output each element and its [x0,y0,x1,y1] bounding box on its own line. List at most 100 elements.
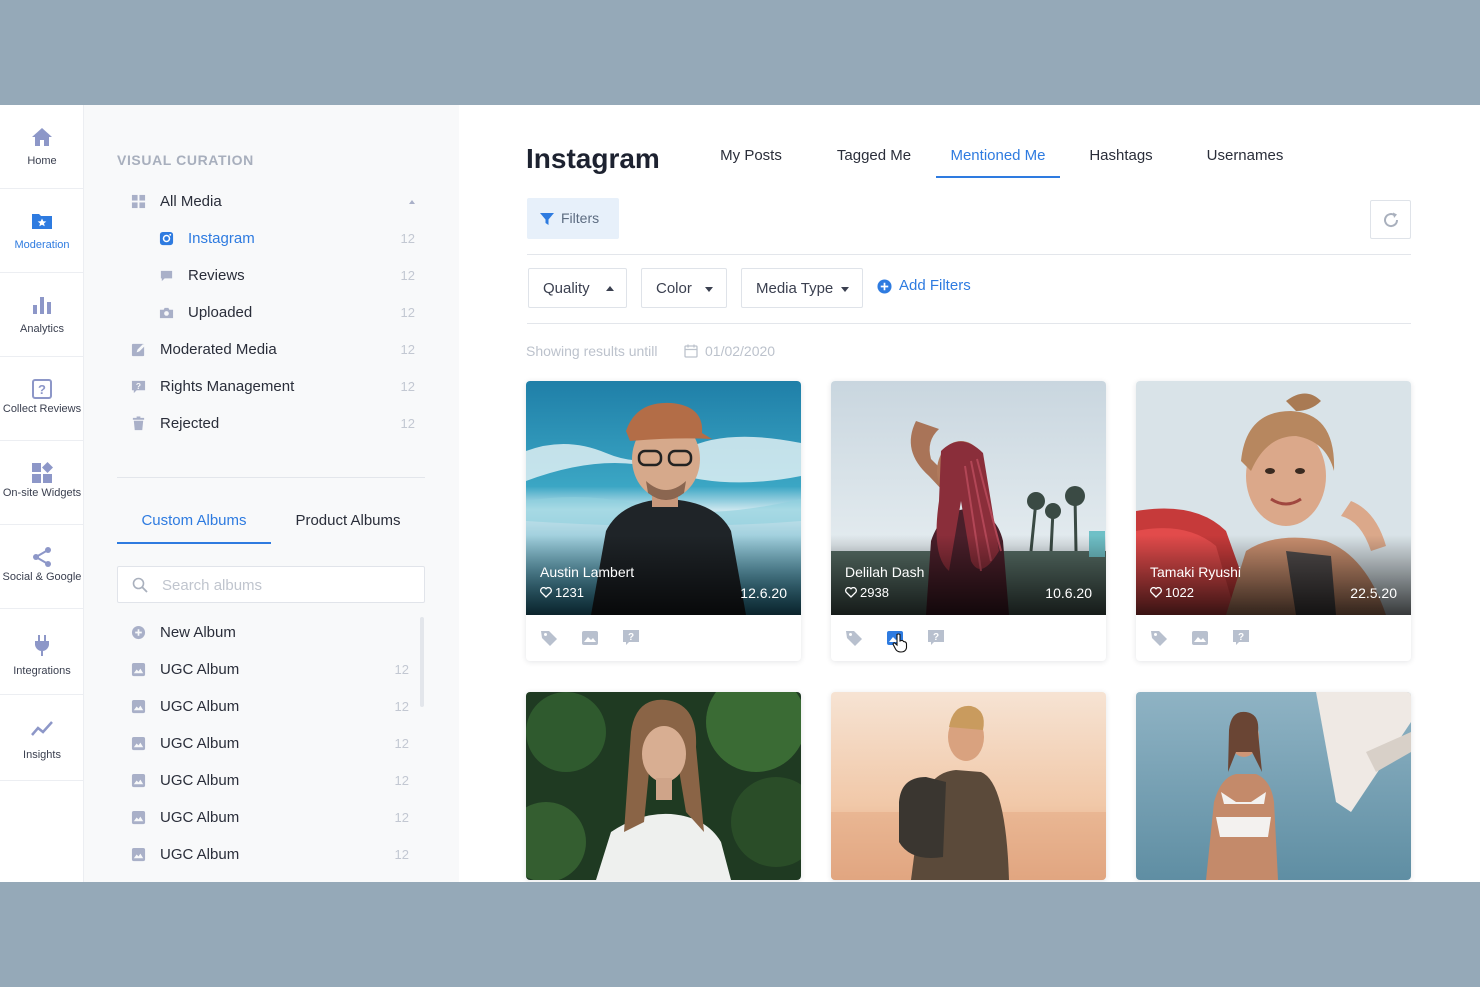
album-label: UGC Album [160,735,240,752]
svg-text:?: ? [1238,632,1244,643]
left-rail: Home Moderation Analytics ? Collect Revi… [0,105,84,882]
album-item[interactable]: UGC Album 12 [117,655,427,685]
album-list-scrollbar[interactable] [420,617,424,707]
media-type-dropdown[interactable]: Media Type [741,268,863,308]
media-card[interactable] [1136,692,1411,880]
trash-icon [132,416,145,431]
card-likes: 2938 [845,585,889,600]
filters-button[interactable]: Filters [527,198,619,239]
dropdown-label: Quality [543,280,590,297]
refresh-button[interactable] [1370,200,1411,239]
rail-label: Social & Google [2,571,82,583]
album-label: UGC Album [160,698,240,715]
album-count: 12 [394,810,409,825]
chat-bubble-icon [160,270,173,282]
heart-icon [845,587,857,598]
tab-hashtags[interactable]: Hashtags [1084,147,1158,175]
image-icon[interactable] [1191,629,1209,647]
media-card[interactable]: Tamaki Ryushi 1022 22.5.20 ? [1136,381,1411,661]
nav-label: Instagram [188,230,255,247]
tab-mentioned-me[interactable]: Mentioned Me [936,147,1060,178]
album-new[interactable]: New Album [117,618,427,648]
nav-rights-management[interactable]: ? Rights Management 12 [117,372,427,402]
nav-moderated-media[interactable]: Moderated Media 12 [117,335,427,365]
tag-icon[interactable] [540,629,558,647]
edit-icon [131,343,146,357]
media-photo[interactable] [831,692,1106,880]
question-icon[interactable]: ? [927,629,945,647]
rail-item-social[interactable]: Social & Google [0,525,84,609]
nav-label: Moderated Media [160,341,277,358]
nav-all-media[interactable]: All Media [117,187,427,217]
image-icon[interactable] [581,629,599,647]
quality-dropdown[interactable]: Quality [528,268,627,308]
divider [527,254,1411,255]
share-icon [33,547,51,567]
add-filters-label: Add Filters [899,277,971,294]
nav-label: Rights Management [160,378,295,395]
color-dropdown[interactable]: Color [641,268,727,308]
album-count: 12 [394,699,409,714]
home-icon [32,128,52,146]
media-card[interactable]: Delilah Dash 2938 10.6.20 ? [831,381,1106,661]
svg-text:?: ? [136,381,141,391]
album-item[interactable]: UGC Album 12 [117,729,427,759]
rail-item-collect-reviews[interactable]: ? Collect Reviews [0,357,84,441]
media-photo[interactable] [1136,692,1411,880]
nav-rejected[interactable]: Rejected 12 [117,409,427,439]
plug-icon [35,635,49,656]
card-likes: 1231 [540,585,584,600]
media-card[interactable] [831,692,1106,880]
search-icon [132,577,148,593]
trend-line-icon [31,721,53,736]
bar-chart-icon [33,297,51,314]
search-input[interactable] [162,575,412,595]
rail-item-home[interactable]: Home [0,105,84,189]
album-search[interactable] [117,566,425,603]
tab-usernames[interactable]: Usernames [1202,147,1288,175]
card-author: Delilah Dash [845,564,925,580]
nav-label: Reviews [188,267,245,284]
collapse-caret-icon[interactable] [409,200,415,204]
rail-item-moderation[interactable]: Moderation [0,189,84,273]
nav-reviews[interactable]: Reviews 12 [117,261,427,291]
album-tabs: Custom Albums Product Albums [117,510,425,544]
page-title: Instagram [526,143,660,174]
tag-icon[interactable] [1150,629,1168,647]
rail-item-widgets[interactable]: On-site Widgets [0,441,84,525]
media-card[interactable] [526,692,801,880]
tag-icon[interactable] [845,629,863,647]
tab-tagged-me[interactable]: Tagged Me [829,147,919,175]
question-icon[interactable]: ? [622,629,640,647]
question-icon[interactable]: ? [1232,629,1250,647]
album-item[interactable]: UGC Album 12 [117,840,427,870]
nav-instagram[interactable]: Instagram 12 [117,224,427,254]
card-author: Austin Lambert [540,564,635,580]
album-item[interactable]: UGC Album 12 [117,766,427,796]
photo-woman-in-water [1136,692,1411,880]
folder-star-icon [32,214,52,229]
rail-item-insights[interactable]: Insights [0,695,84,781]
image-icon [131,810,146,825]
image-icon [131,699,146,714]
tab-custom-albums[interactable]: Custom Albums [117,512,271,544]
calendar-icon [684,344,698,358]
caret-down-icon [841,287,849,292]
album-count: 12 [394,847,409,862]
album-label: UGC Album [160,661,240,678]
media-card[interactable]: Austin Lambert 1231 12.6.20 ? [526,381,801,661]
album-label: UGC Album [160,846,240,863]
rail-item-integrations[interactable]: Integrations [0,609,84,695]
rail-item-analytics[interactable]: Analytics [0,273,84,357]
nav-count: 12 [400,416,415,431]
instagram-icon [159,231,174,246]
album-item[interactable]: UGC Album 12 [117,692,427,722]
nav-uploaded[interactable]: Uploaded 12 [117,298,427,328]
album-item[interactable]: UGC Album 12 [117,803,427,833]
curation-panel: VISUAL CURATION All Media Instagram 12 R… [84,105,459,882]
media-photo[interactable] [526,692,801,880]
tab-product-albums[interactable]: Product Albums [271,512,425,544]
tab-my-posts[interactable]: My Posts [711,147,791,175]
album-label: UGC Album [160,772,240,789]
nav-count: 12 [400,379,415,394]
